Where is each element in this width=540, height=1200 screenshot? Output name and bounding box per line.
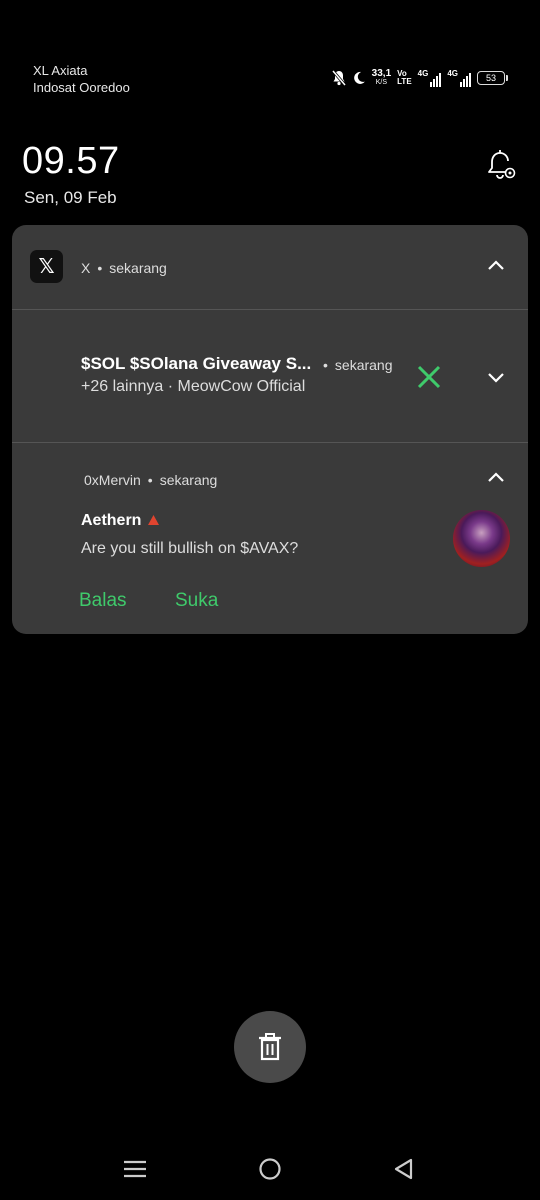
status-icons: 33,1 K/S Vo LTE 4G 4G 53 (331, 66, 508, 90)
mute-icon (331, 70, 346, 86)
notification-sender: Aethern (81, 512, 159, 530)
chevron-up-icon[interactable] (486, 256, 506, 276)
network-speed-unit: K/S (375, 79, 388, 86)
volte-indicator: Vo LTE (397, 70, 412, 86)
app-header: X • sekarang (81, 260, 167, 276)
trash-icon (259, 1033, 281, 1061)
carrier-name-sim1: XL Axiata (33, 63, 88, 78)
reply-button[interactable]: Balas (79, 590, 127, 612)
carrier-name-sim2: Indosat Ooredoo (33, 80, 130, 95)
notification-settings-icon[interactable] (484, 148, 520, 184)
volte-bottom: LTE (397, 77, 412, 86)
network-speed-value: 33,1 (371, 68, 392, 79)
clock-time: 09.57 (22, 140, 120, 182)
notification-message: Are you still bullish on $AVAX? (81, 540, 299, 557)
avatar (453, 510, 510, 567)
clear-all-button[interactable] (234, 1011, 306, 1083)
app-header-time: sekarang (109, 260, 167, 276)
home-button[interactable] (255, 1154, 285, 1184)
clock-date: Sen, 09 Feb (24, 188, 117, 207)
notification-group-card[interactable]: 𝕏 X • sekarang $SOL $SOlana Giveaway S... … (12, 225, 528, 634)
network-type-sim2: 4G (447, 69, 458, 78)
notification-time: sekarang (159, 472, 218, 488)
back-triangle-icon (394, 1158, 413, 1180)
notification-time: • sekarang (323, 357, 393, 373)
signal-sim2: 4G (447, 69, 471, 87)
battery-icon: 53 (477, 71, 508, 85)
notification-title[interactable]: $SOL $SOlana Giveaway S... (81, 354, 311, 374)
signal-sim1: 4G (418, 69, 442, 87)
recents-button[interactable] (120, 1154, 150, 1184)
app-name: X (81, 260, 91, 276)
home-circle-icon (259, 1158, 281, 1180)
battery-level: 53 (477, 71, 505, 85)
moon-icon (353, 71, 365, 84)
notification-subtitle: +26 lainnya · MeowCow Official (81, 378, 306, 395)
network-speed: 33,1 K/S (372, 69, 391, 87)
x-app-icon: 𝕏 (30, 250, 63, 283)
network-type-sim1: 4G (417, 69, 429, 78)
like-button[interactable]: Suka (175, 590, 218, 612)
notification-header: 0xMervin • sekarang (84, 472, 218, 488)
divider (12, 442, 528, 443)
warning-triangle-icon (147, 515, 159, 525)
chevron-up-icon[interactable] (486, 468, 506, 488)
divider (12, 309, 528, 310)
x-close-icon[interactable] (416, 364, 442, 390)
chevron-down-icon[interactable] (486, 367, 506, 387)
notification-account: 0xMervin (84, 472, 141, 488)
menu-icon (124, 1160, 146, 1178)
back-button[interactable] (389, 1154, 419, 1184)
